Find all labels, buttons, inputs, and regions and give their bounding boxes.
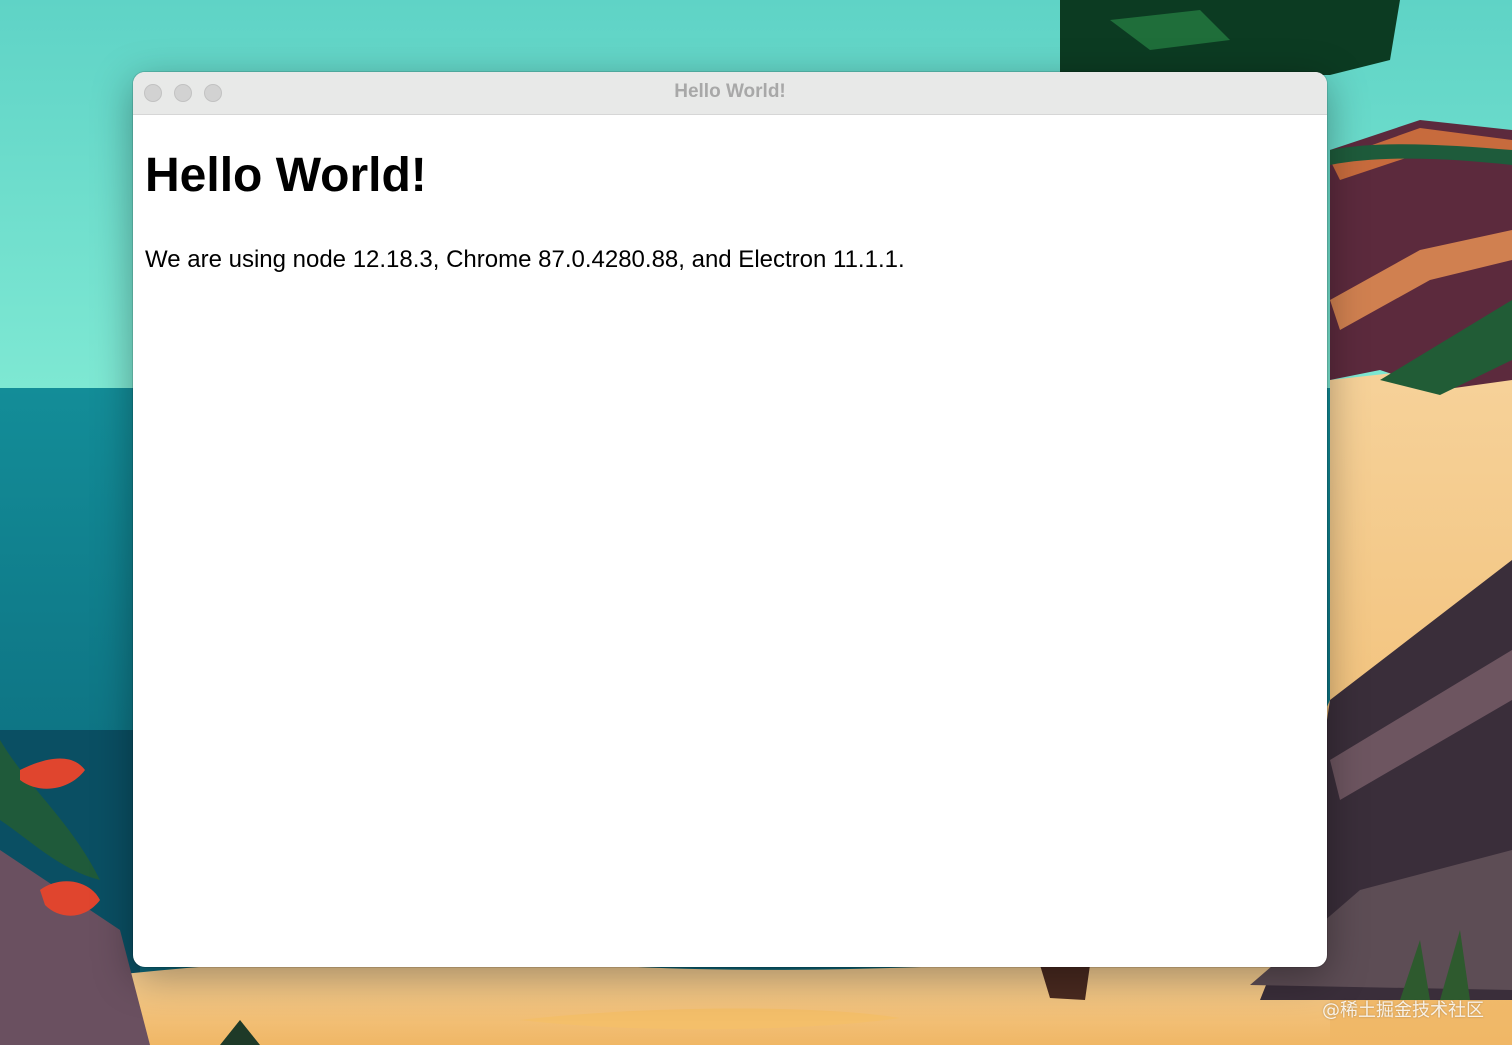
watermark: @稀土掘金技术社区 <box>1322 1000 1484 1021</box>
window-content: Hello World! We are using node 12.18.3, … <box>133 115 1327 967</box>
window-titlebar[interactable]: Hello World! <box>133 72 1327 115</box>
window-title: Hello World! <box>674 81 786 102</box>
version-info-text: We are using node 12.18.3, Chrome 87.0.4… <box>145 246 905 273</box>
app-window[interactable]: Hello World! Hello World! We are using n… <box>133 72 1327 967</box>
page-heading: Hello World! <box>145 149 427 202</box>
